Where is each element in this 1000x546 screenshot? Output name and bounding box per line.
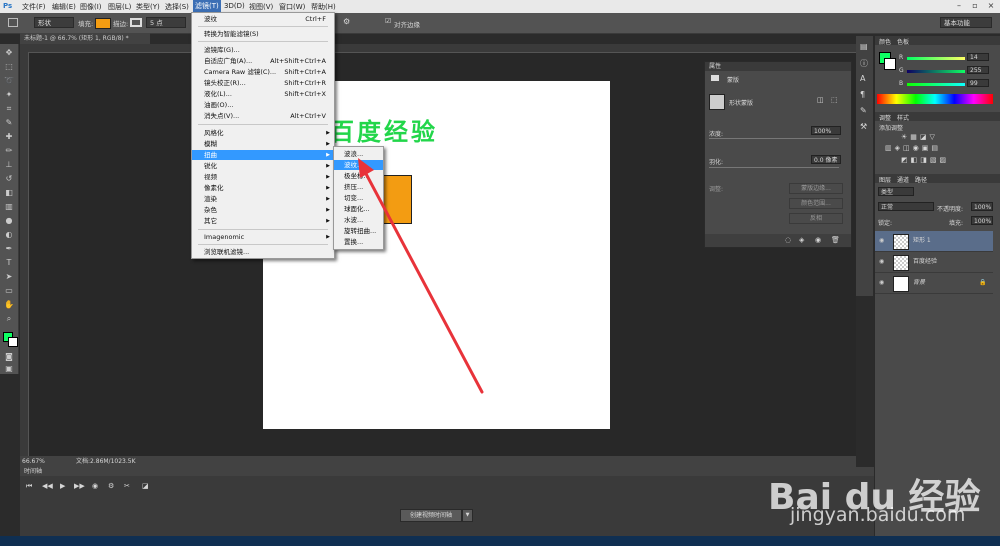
watermark-url: jingyan.baidu.com [790,504,966,526]
annotation-arrow [358,158,484,394]
taskbar [0,536,1000,546]
